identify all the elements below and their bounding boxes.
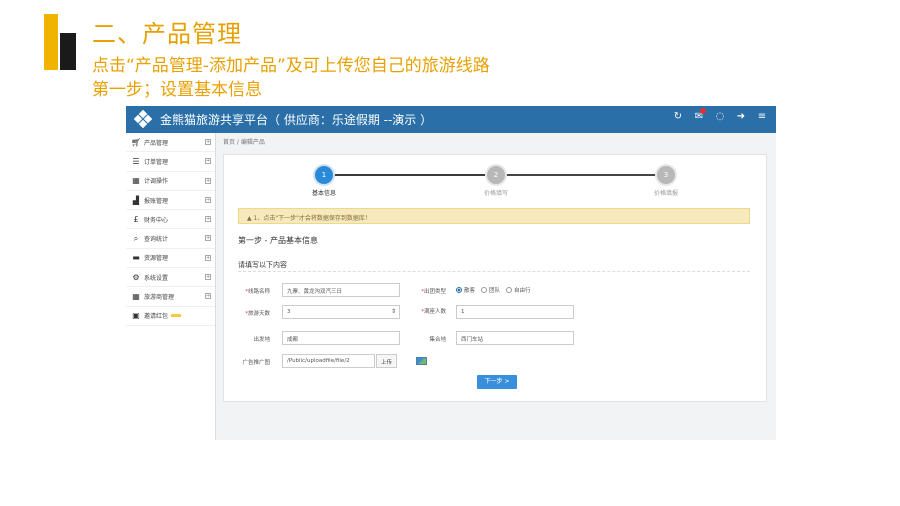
chat-icon[interactable]: ◌ — [714, 111, 726, 122]
sidebar-item-label: 邀请红包 — [144, 313, 169, 321]
step-2-circle: 2 — [487, 166, 505, 184]
warning-notice: ▲ 1、点击"下一步"才会将数据保存到数据库！ — [238, 208, 750, 224]
group-type-label: *出团类型 — [421, 289, 446, 295]
gathering-label: 集合地 — [429, 337, 446, 343]
new-tag — [171, 314, 182, 318]
expand-icon[interactable]: + — [205, 158, 211, 165]
logout-icon[interactable]: ➜ — [735, 111, 747, 122]
sidebar-item-settings[interactable]: ⚙ 系统设置 + — [126, 268, 215, 288]
sidebar-item-label: 旅游商管理 — [144, 294, 175, 302]
expand-icon[interactable]: + — [205, 196, 211, 203]
sidebar-item-label: 报账管理 — [144, 197, 169, 205]
slide-instruction-line1: 点击“产品管理-添加产品”及可上传您自己的旅游线路 — [92, 56, 490, 76]
sidebar-item-accounts[interactable]: ▟ 报账管理 + — [126, 191, 215, 211]
radio-individual[interactable]: 散客 — [456, 286, 475, 294]
step-line — [496, 174, 666, 176]
sidebar-item-label: 计调操作 — [144, 178, 169, 186]
route-name-label: *线路名称 — [245, 289, 270, 295]
step-1-circle: 1 — [315, 166, 333, 184]
sidebar-item-label: 资源管理 — [144, 255, 169, 263]
content-panel: 1 2 3 基本信息 价格填写 价格填报 ▲ 1、点击"下一步"才会将数据保存到… — [223, 154, 767, 402]
radio-group[interactable]: 团队 — [481, 286, 500, 294]
black-bar-decoration — [60, 33, 76, 70]
ad-image-label: 广告推广图 — [242, 360, 270, 366]
step-3-label: 价格填报 — [653, 190, 678, 197]
step-1-label: 基本信息 — [311, 190, 336, 197]
sidebar-item-label: 产品管理 — [144, 139, 169, 147]
cart-icon: 🛒︎ — [131, 137, 142, 147]
expand-icon[interactable]: + — [205, 216, 211, 223]
folder-icon: ▬ — [132, 253, 140, 263]
step-heading: 第一步 - 产品基本信息 — [238, 236, 318, 245]
gear-icon: ⚙ — [132, 272, 140, 282]
gift-icon: ▣ — [132, 311, 140, 321]
sidebar-item-label: 订单管理 — [144, 158, 169, 166]
mail-icon[interactable]: ✉ — [693, 108, 706, 122]
departure-label: 出发地 — [253, 337, 270, 343]
section-divider — [238, 271, 750, 272]
image-icon[interactable] — [416, 357, 427, 365]
app-screenshot: 金熊猫旅游共享平台（ 供应商：乐途假期 --演示 ） ↻ ✉ ◌ ➜ ≡ 🛒︎ 产… — [126, 106, 776, 440]
expand-icon[interactable]: + — [205, 254, 211, 261]
stepper-icon[interactable]: ⇕ — [391, 308, 396, 315]
slide-instruction-line2: 第一步；设置基本信息 — [92, 80, 262, 100]
sidebar: 🛒︎ 产品管理 + ☰ 订单管理 + ▦ 计调操作 + ▟ 报账管理 + £ 财务中心 + ⌕ 查询统… — [126, 133, 216, 440]
search-icon: ⌕ — [133, 233, 139, 243]
min-people-input[interactable]: 1 — [456, 305, 574, 319]
chart-icon: ▟ — [132, 195, 140, 205]
expand-icon[interactable]: + — [205, 274, 211, 281]
step-2-label: 价格填写 — [483, 190, 508, 197]
refresh-icon[interactable]: ↻ — [672, 111, 684, 122]
notification-badge — [700, 108, 706, 114]
sidebar-item-label: 查询统计 — [144, 236, 169, 244]
step-3-circle: 3 — [657, 166, 675, 184]
expand-icon[interactable]: + — [205, 177, 211, 184]
sidebar-item-products[interactable]: 🛒︎ 产品管理 + — [126, 133, 215, 153]
days-label: *旅游天数 — [245, 311, 270, 317]
list-icon: ☰ — [132, 156, 140, 166]
expand-icon[interactable]: + — [205, 293, 211, 300]
calendar-icon: ▦ — [132, 292, 140, 302]
sidebar-item-planning[interactable]: ▦ 计调操作 + — [126, 172, 215, 191]
gathering-input[interactable]: 西门车站 — [456, 331, 574, 345]
sidebar-item-label: 系统设置 — [144, 274, 169, 282]
top-bar: 金熊猫旅游共享平台（ 供应商：乐途假期 --演示 ） ↻ ✉ ◌ ➜ ≡ — [126, 106, 776, 133]
route-name-input[interactable]: 九寨、黄龙沟双汽三日 — [282, 283, 400, 297]
group-type-radios: 散客 团队 自由行 — [456, 286, 531, 294]
breadcrumb: 首页 / 编辑产品 — [223, 139, 265, 146]
sidebar-item-finance[interactable]: £ 财务中心 + — [126, 210, 215, 230]
upload-button[interactable]: 上传 — [376, 354, 398, 368]
sidebar-item-agents[interactable]: ▦ 旅游商管理 + — [126, 287, 215, 307]
slide-title: 二、产品管理 — [92, 20, 242, 48]
ad-image-path-input[interactable]: /Public/uploadfile/file/2 — [282, 354, 375, 368]
logo-icon — [134, 110, 152, 128]
app-title: 金熊猫旅游共享平台（ 供应商：乐途假期 --演示 ） — [160, 113, 433, 127]
sidebar-item-orders[interactable]: ☰ 订单管理 + — [126, 152, 215, 172]
menu-icon[interactable]: ≡ — [756, 111, 768, 122]
next-step-button[interactable]: 下一步 > — [477, 375, 517, 389]
days-input[interactable]: 3 ⇕ — [282, 305, 400, 319]
pound-icon: £ — [133, 214, 139, 224]
sidebar-item-statistics[interactable]: ⌕ 查询统计 + — [126, 229, 215, 249]
yellow-bar-decoration — [44, 14, 58, 70]
departure-input[interactable]: 成都 — [282, 331, 400, 345]
sidebar-item-resources[interactable]: ▬ 资源管理 + — [126, 249, 215, 269]
expand-icon[interactable]: + — [205, 139, 211, 145]
radio-free-travel[interactable]: 自由行 — [506, 286, 531, 294]
sidebar-item-label: 财务中心 — [144, 216, 169, 224]
expand-icon[interactable]: + — [205, 235, 211, 242]
calendar-icon: ▦ — [132, 176, 140, 186]
section-heading: 请填写以下内容 — [238, 261, 287, 269]
min-people-label: *满座人数 — [421, 309, 446, 315]
sidebar-item-invite[interactable]: ▣ 邀请红包 — [126, 307, 215, 326]
step-line — [324, 174, 496, 176]
top-icon-group: ↻ ✉ ◌ ➜ ≡ — [672, 108, 768, 122]
